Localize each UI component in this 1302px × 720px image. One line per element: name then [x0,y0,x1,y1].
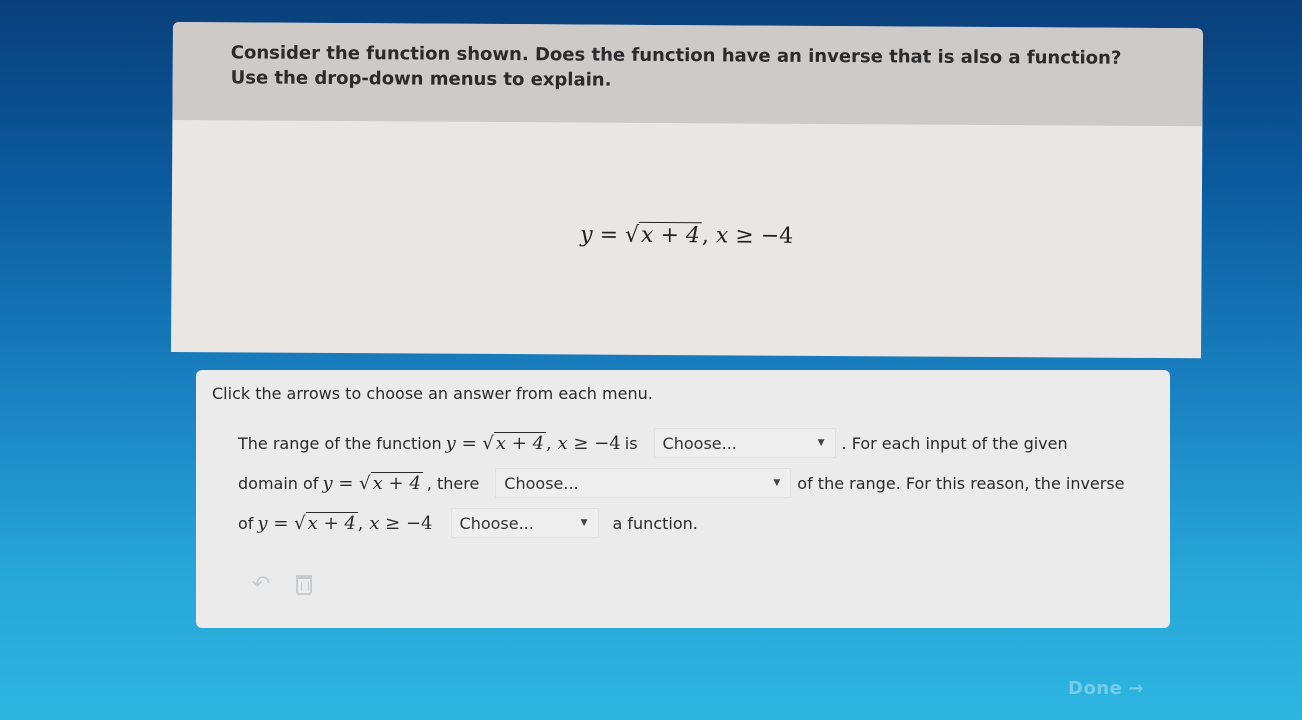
done-button[interactable]: Done → [1068,678,1144,699]
inline-equation: y = √ x + 4, x ≥ −4 [445,431,621,454]
inline-equation: y = √ x + 4 [322,471,423,494]
caret-down-icon: ▼ [773,478,781,488]
undo-icon[interactable]: ↶ [252,572,270,597]
sentence-line-2: domain of y = √ x + 4 , there Choose... ▼… [238,468,1125,498]
mapping-dropdown[interactable]: Choose... ▼ [495,468,792,498]
inverse-dropdown[interactable]: Choose... ▼ [450,508,599,538]
toolbar: ↶ [252,572,313,597]
answer-card: Click the arrows to choose an answer fro… [196,370,1170,628]
main-equation: y = √x + 4, x ≥ −4 [580,221,794,249]
caret-down-icon: ▼ [580,518,588,528]
range-dropdown[interactable]: Choose... ▼ [653,428,836,458]
arrow-right-icon: → [1128,678,1144,699]
sentence-line-1: The range of the function y = √ x + 4, x … [238,428,1068,458]
instructions: Click the arrows to choose an answer fro… [212,384,653,403]
prompt-text: Consider the function shown. Does the fu… [172,22,1203,127]
prompt-card: Consider the function shown. Does the fu… [170,22,1203,359]
caret-down-icon: ▼ [817,438,825,448]
trash-icon[interactable] [296,574,313,595]
sentence-line-3: of y = √ x + 4, x ≥ −4 Choose... ▼ a func… [238,508,698,538]
inline-equation: y = √ x + 4, x ≥ −4 [257,511,433,534]
